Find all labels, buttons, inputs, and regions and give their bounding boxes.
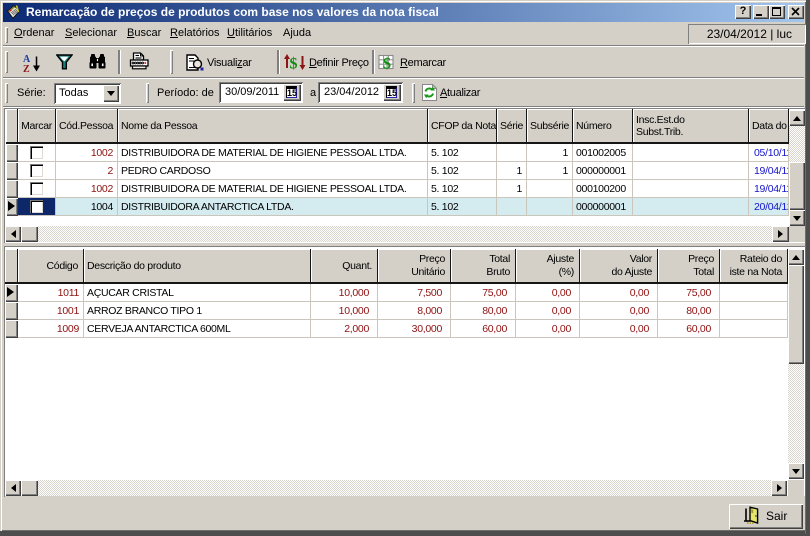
svg-text:$: $ [383, 56, 391, 72]
svg-text:Z: Z [23, 64, 30, 74]
svg-text:$: $ [290, 56, 298, 73]
